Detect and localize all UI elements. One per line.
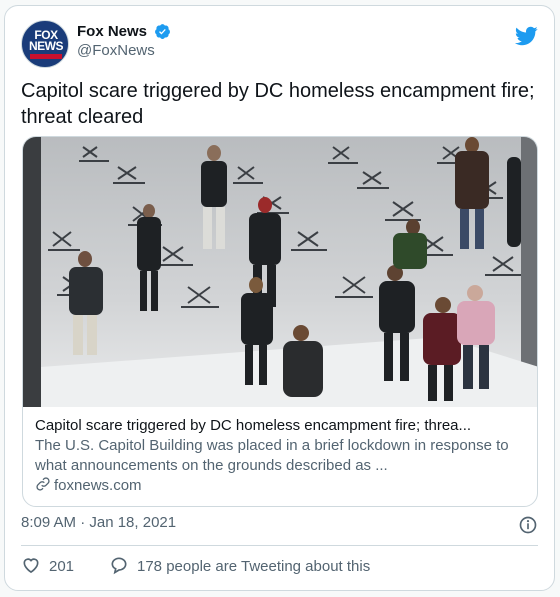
account-info[interactable]: Fox News @FoxNews <box>77 23 171 59</box>
divider <box>21 545 538 546</box>
tweet-text: Capitol scare triggered by DC homeless e… <box>21 80 535 128</box>
avatar-logo-text: FOX NEWS <box>29 28 64 53</box>
verified-badge-icon <box>155 24 171 40</box>
avatar[interactable]: FOX NEWS <box>21 20 69 68</box>
account-name[interactable]: Fox News <box>77 23 147 40</box>
link-domain: foxnews.com <box>35 476 527 496</box>
link-preview-image[interactable] <box>23 137 537 407</box>
avatar-logo-bar <box>30 54 62 59</box>
like-count: 201 <box>49 558 75 575</box>
info-icon[interactable] <box>518 515 538 535</box>
link-preview-card[interactable]: Capitol scare triggered by DC homeless e… <box>22 136 538 507</box>
heart-icon <box>23 558 39 574</box>
link-description: The U.S. Capitol Building was placed in … <box>35 437 509 474</box>
link-preview-meta: Capitol scare triggered by DC homeless e… <box>35 416 527 496</box>
photo-of-people-walking-past-chairs-icon <box>23 137 537 407</box>
tweet-timestamp[interactable]: 8:09 AM · Jan 18, 2021 <box>21 514 176 531</box>
speech-bubble-icon <box>111 557 127 575</box>
link-icon <box>36 477 50 491</box>
twitter-bird-icon[interactable] <box>514 24 538 48</box>
account-handle[interactable]: @FoxNews <box>77 42 171 59</box>
tweet-header: FOX NEWS Fox News @FoxNews <box>21 20 538 68</box>
tweet-card: FOX NEWS Fox News @FoxNews Capitol scare … <box>4 5 555 591</box>
like-action[interactable]: 201 <box>21 555 74 575</box>
reply-action[interactable]: 178 people are Tweeting about this <box>109 555 370 575</box>
link-domain-text: foxnews.com <box>54 477 142 494</box>
link-title[interactable]: Capitol scare triggered by DC homeless e… <box>35 416 527 436</box>
tweeting-about-text: 178 people are Tweeting about this <box>137 558 371 575</box>
